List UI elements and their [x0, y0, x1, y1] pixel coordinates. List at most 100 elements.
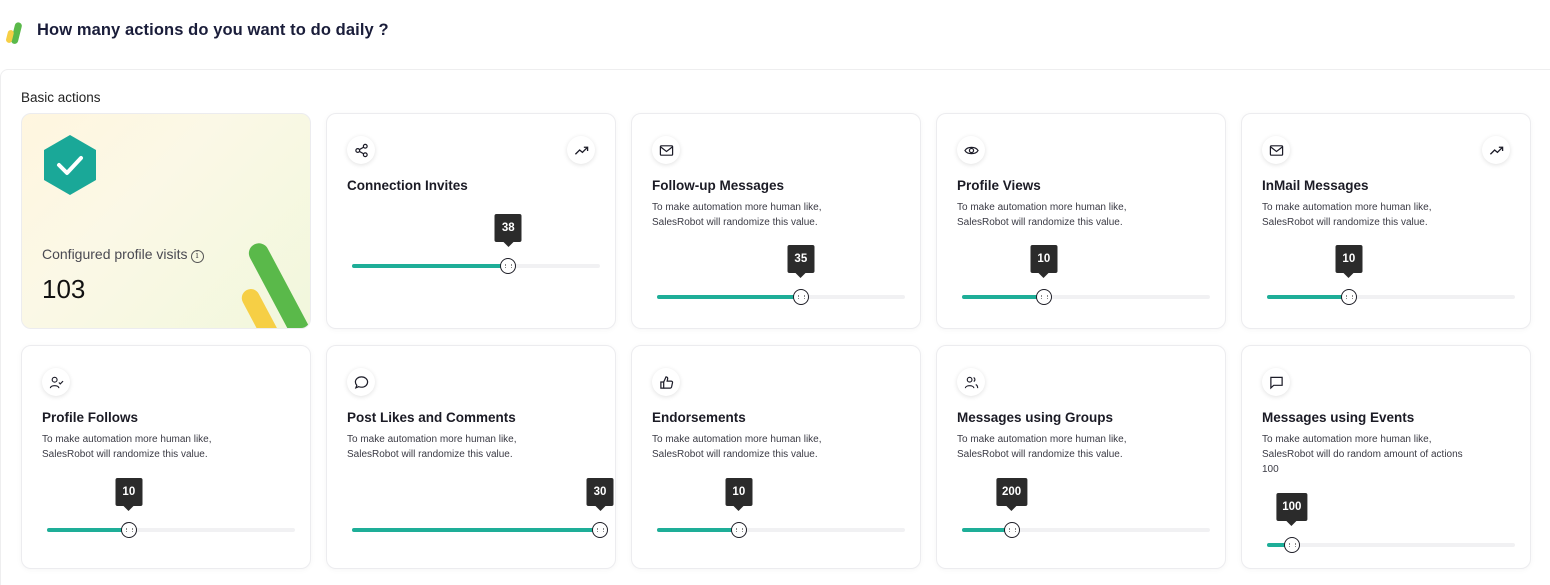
card-description: To make automation more human like, Sales… — [652, 432, 902, 462]
action-card-messages-using-groups: Messages using Groups To make automation … — [936, 345, 1226, 569]
action-card-follow-up-messages: Follow-up Messages To make automation mor… — [631, 113, 921, 329]
action-card-profile-views: Profile Views To make automation more hum… — [936, 113, 1226, 329]
slider-thumb[interactable] — [792, 289, 809, 305]
slider-fill — [352, 264, 509, 268]
card-title: InMail Messages — [1262, 178, 1369, 193]
mail-icon — [652, 136, 680, 164]
trend-icon[interactable] — [567, 136, 595, 164]
slider-value-tooltip: 10 — [1335, 245, 1363, 278]
card-description-line: SalesRobot will do random amount of acti… — [1262, 449, 1463, 460]
info-icon[interactable]: i — [190, 250, 204, 263]
decorative-logo-shape — [241, 243, 310, 328]
daily-limit-slider[interactable]: 35 — [657, 245, 905, 305]
slider-thumb[interactable] — [120, 522, 137, 538]
card-description: To make automation more human like, Sales… — [1262, 432, 1512, 477]
card-description-line: To make automation more human like, — [42, 434, 212, 445]
daily-limit-slider[interactable]: 200 — [962, 478, 1210, 538]
slider-value-tooltip: 35 — [787, 245, 815, 278]
slider-fill — [962, 295, 1044, 299]
slider-fill — [47, 528, 129, 532]
card-description: To make automation more human like, Sales… — [42, 432, 292, 462]
card-title: Endorsements — [652, 410, 746, 425]
slider-fill — [1267, 295, 1349, 299]
slider-track[interactable] — [1267, 543, 1515, 547]
daily-limit-slider[interactable]: 38 — [352, 214, 600, 274]
card-description-line: 100 — [1262, 464, 1279, 475]
slider-thumb[interactable] — [1003, 522, 1020, 538]
card-description-line: To make automation more human like, — [957, 202, 1127, 213]
page-title: How many actions do you want to do daily… — [37, 21, 389, 39]
daily-limit-slider[interactable]: 10 — [1267, 245, 1515, 305]
card-description: To make automation more human like, Sales… — [957, 200, 1207, 230]
card-description-line: To make automation more human like, — [1262, 434, 1432, 445]
mail-icon — [1262, 136, 1290, 164]
profile-visits-value: 103 — [42, 274, 86, 304]
card-description-line: SalesRobot will randomize this value. — [1262, 217, 1428, 228]
card-description-line: SalesRobot will randomize this value. — [957, 217, 1123, 228]
daily-limit-slider[interactable]: 10 — [47, 478, 295, 538]
slider-fill — [657, 295, 801, 299]
slider-thumb[interactable] — [730, 522, 747, 538]
salesrobot-logo — [6, 22, 22, 44]
action-card-post-likes-and-comments: Post Likes and Comments To make automatio… — [326, 345, 616, 569]
card-description: To make automation more human like, Sales… — [652, 200, 902, 230]
user-check-icon — [42, 368, 70, 396]
share-icon — [347, 136, 375, 164]
action-card-inmail-messages: InMail Messages To make automation more h… — [1241, 113, 1531, 329]
message-square-icon — [1262, 368, 1290, 396]
card-description-line: SalesRobot will randomize this value. — [957, 449, 1123, 460]
card-description-line: To make automation more human like, — [957, 434, 1127, 445]
profile-visits-label: Configured profile visits i — [42, 246, 204, 263]
card-description-line: SalesRobot will randomize this value. — [652, 217, 818, 228]
daily-limit-slider[interactable]: 10 — [657, 478, 905, 538]
slider-thumb[interactable] — [1340, 289, 1357, 305]
slider-thumb[interactable] — [592, 522, 608, 538]
action-card-profile-follows: Profile Follows To make automation more h… — [21, 345, 311, 569]
card-description-line: SalesRobot will randomize this value. — [652, 449, 818, 460]
card-description-line: To make automation more human like, — [1262, 202, 1432, 213]
users-icon — [957, 368, 985, 396]
slider-value-tooltip: 10 — [1030, 245, 1058, 278]
section-title: Basic actions — [21, 90, 101, 105]
slider-value-tooltip: 100 — [1276, 493, 1308, 526]
check-badge-icon — [44, 135, 96, 195]
card-description: To make automation more human like, Sales… — [1262, 200, 1512, 230]
card-description-line: SalesRobot will randomize this value. — [42, 449, 208, 460]
card-title: Follow-up Messages — [652, 178, 785, 193]
slider-fill — [352, 528, 600, 532]
card-title: Connection Invites — [347, 178, 468, 193]
card-title: Messages using Groups — [957, 410, 1114, 425]
profile-visits-card: Configured profile visits i 103 — [21, 113, 311, 329]
slider-value-tooltip: 10 — [725, 478, 753, 511]
thumbs-up-icon — [652, 368, 680, 396]
card-description-line: To make automation more human like, — [652, 202, 822, 213]
card-title: Messages using Events — [1262, 410, 1415, 425]
card-description: To make automation more human like, Sales… — [957, 432, 1207, 462]
daily-limit-slider[interactable]: 10 — [962, 245, 1210, 305]
slider-thumb[interactable] — [1283, 537, 1300, 553]
daily-limit-slider[interactable]: 30 — [352, 478, 614, 538]
card-description-line: To make automation more human like, — [347, 434, 517, 445]
action-card-endorsements: Endorsements To make automation more huma… — [631, 345, 921, 569]
card-title: Profile Views — [957, 178, 1041, 193]
card-description: To make automation more human like, Sales… — [347, 432, 597, 462]
slider-value-tooltip: 200 — [996, 478, 1028, 511]
card-title: Post Likes and Comments — [347, 410, 516, 425]
action-card-messages-using-events: Messages using Events To make automation … — [1241, 345, 1531, 569]
eye-icon — [957, 136, 985, 164]
profile-visits-label-text: Configured profile visits — [42, 246, 188, 262]
daily-limit-slider[interactable]: 100 — [1267, 493, 1515, 553]
slider-value-tooltip: 10 — [115, 478, 143, 511]
slider-value-tooltip: 38 — [494, 214, 522, 247]
slider-thumb[interactable] — [500, 258, 517, 274]
slider-fill — [657, 528, 739, 532]
action-card-connection-invites: Connection Invites 38 — [326, 113, 616, 329]
slider-thumb[interactable] — [1035, 289, 1052, 305]
comment-icon — [347, 368, 375, 396]
slider-value-tooltip: 30 — [586, 478, 614, 511]
card-title: Profile Follows — [42, 410, 139, 425]
trend-icon[interactable] — [1482, 136, 1510, 164]
card-description-line: SalesRobot will randomize this value. — [347, 449, 513, 460]
top-bar: How many actions do you want to do daily… — [0, 0, 1550, 68]
card-description-line: To make automation more human like, — [652, 434, 822, 445]
